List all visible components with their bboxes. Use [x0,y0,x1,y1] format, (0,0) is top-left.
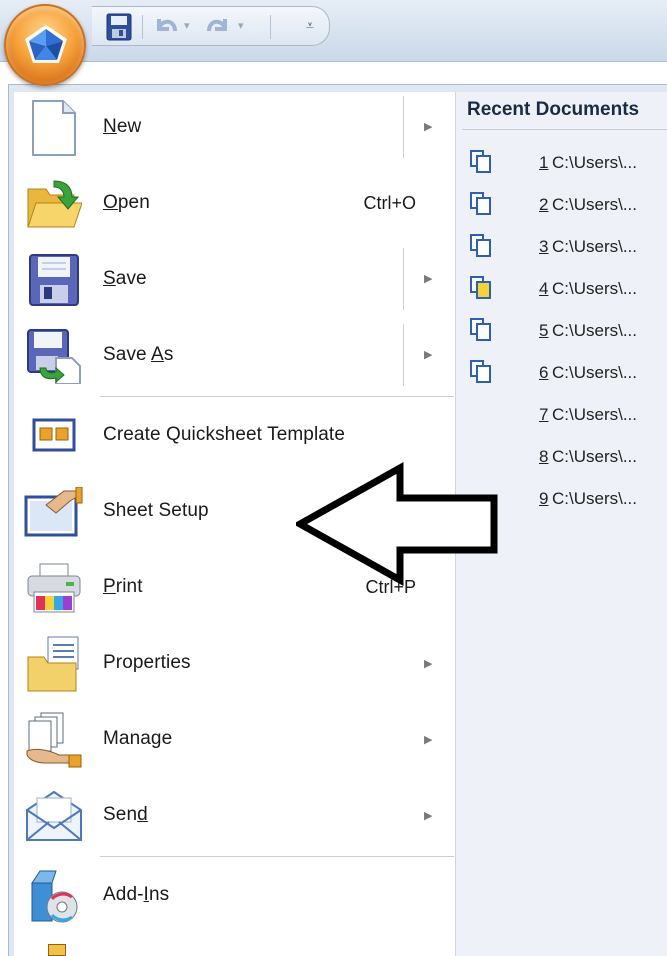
toolbar-separator [142,15,143,39]
linked-document-icon [470,192,491,215]
quicksheet-template-icon [24,406,84,466]
undo-dropdown-icon[interactable]: ▾ [184,19,190,32]
linked-document-yellow-icon [470,276,491,299]
properties-folder-icon [24,634,84,694]
toolbar-separator [270,15,271,39]
recent-document-number: 2 [539,195,549,214]
menu-item-label: Create Quicksheet Template [103,424,345,445]
recent-document-item[interactable]: 3 C:\Users\... [466,230,667,264]
shortcut-text: Ctrl+O [363,193,416,213]
sheet-setup-icon [24,482,84,542]
menu-item-save[interactable]: Save ▶ [14,244,456,316]
recent-document-number: 1 [539,153,549,172]
annotation-arrow [296,462,498,586]
save-as-icon [24,326,84,386]
save-icon[interactable] [104,11,134,43]
redo-dropdown-icon[interactable]: ▾ [238,19,244,32]
recent-document-item[interactable]: 4 C:\Users\... [466,272,667,306]
linked-document-icon [470,318,491,341]
recent-document-item[interactable]: 1 C:\Users\... [466,146,667,180]
recent-document-number: 3 [539,237,549,256]
menu-item-label: Save As [103,344,174,365]
recent-document-path: C:\Users\... [552,363,638,382]
linked-document-icon [470,150,491,173]
menu-item-add-ins[interactable]: Add-Ins [14,862,456,930]
submenu-arrow-icon[interactable]: ▶ [424,809,432,822]
recent-document-item[interactable]: 6 C:\Users\... [466,356,667,390]
customize-dropdown-icon[interactable]: ⩡ [306,17,314,34]
redo-icon[interactable] [202,11,236,43]
recent-document-number: 6 [539,363,549,382]
submenu-arrow-icon[interactable]: ▶ [424,657,432,670]
title-bar: ▾ ▾ ⩡ [0,0,667,62]
menu-divider [100,856,454,857]
recent-document-item[interactable]: 2 C:\Users\... [466,188,667,222]
menu-item-label: New [103,116,142,137]
split-divider [403,96,404,158]
save-disk-icon [24,250,84,310]
recent-document-number: 4 [539,279,549,298]
recent-document-path: C:\Users\... [552,237,638,256]
submenu-arrow-icon[interactable]: ▶ [424,348,432,361]
linked-document-icon [470,234,491,257]
menu-item-label: Sheet Setup [103,500,209,521]
split-divider [403,324,404,386]
undo-icon[interactable] [148,11,182,43]
office-logo-icon [25,25,67,63]
menu-item-label: Open [103,192,150,213]
send-envelope-icon [24,786,84,846]
recent-document-path: C:\Users\... [552,447,638,466]
recent-document-path: C:\Users\... [552,279,638,298]
office-button[interactable] [4,4,86,86]
recent-document-number: 7 [539,405,549,424]
recent-document-path: C:\Users\... [552,153,638,172]
recent-document-path: C:\Users\... [552,405,638,424]
menu-item-label: Send [103,804,148,825]
submenu-arrow-icon[interactable]: ▶ [424,120,432,133]
printer-icon [24,558,84,618]
quick-access-toolbar: ▾ ▾ ⩡ [92,6,330,46]
menu-item-send[interactable]: Send ▶ [14,782,456,850]
recent-document-item[interactable]: 5 C:\Users\... [466,314,667,348]
submenu-arrow-icon[interactable]: ▶ [424,272,432,285]
recent-document-number: 5 [539,321,549,340]
new-document-icon [24,98,84,158]
menu-item-label: Add-Ins [103,884,170,905]
linked-document-icon [470,360,491,383]
recent-document-path: C:\Users\... [552,195,638,214]
recent-document-path: C:\Users\... [552,321,638,340]
menu-item-label: Properties [103,652,191,673]
menu-item-new[interactable]: New ▶ [14,92,456,164]
menu-item-label: Manage [103,728,173,749]
menu-item-properties[interactable]: Properties ▶ [14,630,456,698]
submenu-arrow-icon[interactable]: ▶ [424,733,432,746]
menu-item-create-quicksheet-template[interactable]: Create Quicksheet Template [14,402,456,470]
recent-documents-divider [462,129,667,130]
menu-item-save-as[interactable]: Save As ▶ [14,320,456,392]
menu-item-manage[interactable]: Manage ▶ [14,706,456,774]
menu-item-open[interactable]: Open Ctrl+O [14,168,456,240]
add-ins-icon [24,866,84,926]
menu-divider [100,396,454,397]
open-folder-icon [24,174,84,234]
recent-document-path: C:\Users\... [552,489,638,508]
recent-document-item[interactable]: 7 C:\Users\... [466,398,667,432]
split-divider [403,248,404,310]
manage-documents-icon [24,710,84,770]
menu-item-label: Save [103,268,147,289]
menu-item-label: Print [103,576,143,597]
recent-document-number: 8 [539,447,549,466]
partial-menu-icon [48,944,66,956]
recent-documents-title: Recent Documents [467,99,640,120]
recent-document-number: 9 [539,489,549,508]
